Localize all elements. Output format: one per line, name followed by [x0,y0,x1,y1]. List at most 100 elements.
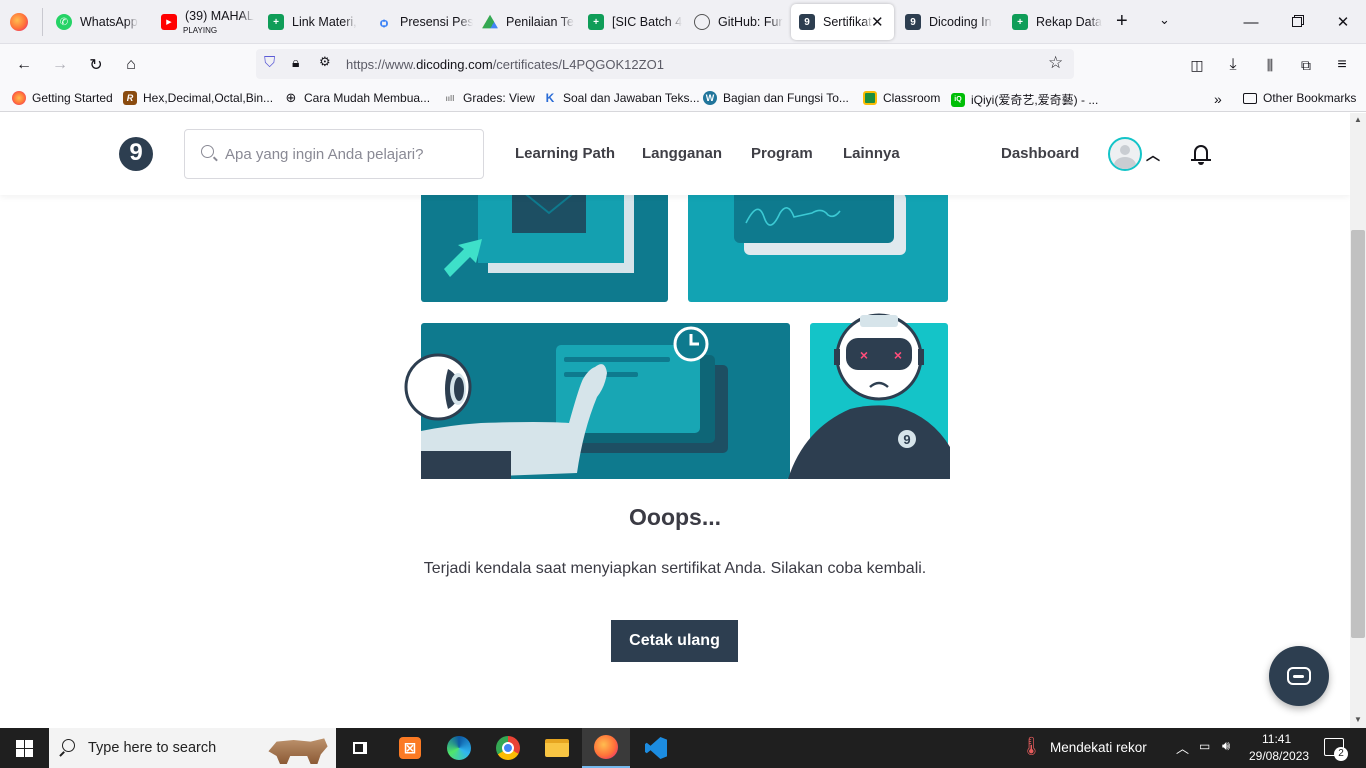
search-highlight-bull-icon [268,738,328,764]
windows-start-icon[interactable] [0,728,48,768]
drive-icon [482,14,498,29]
bookmark-hex-decimal[interactable]: R Hex,Decimal,Octal,Bin... [123,91,273,105]
tab-github[interactable]: GitHub: Fur [686,4,791,40]
r-logo-icon: R [123,91,137,105]
robot-badge: 9 [903,432,910,447]
home-icon[interactable]: ⌂ [117,52,145,78]
file-explorer-icon[interactable] [533,728,581,768]
dicoding-icon: 9 [799,14,815,30]
error-title: Ooops... [629,504,721,530]
bookmark-classroom[interactable]: Classroom [863,91,940,105]
restore-icon[interactable] [1274,0,1320,44]
dicoding-logo[interactable]: 9 [119,137,153,171]
clock-date[interactable]: 29/08/2023 [1249,749,1309,763]
tab-whatsapp[interactable]: ✆ WhatsApp [48,4,153,40]
tab-youtube[interactable]: ▶ (39) MAHAL PLAYING [153,4,258,40]
bookmark-getting-started[interactable]: Getting Started [12,91,113,105]
show-hidden-icons-chevron-icon[interactable]: ︿ [1176,738,1189,757]
forward-arrow-icon[interactable]: → [46,52,74,78]
bookmark-star-icon[interactable]: ☆ [1048,53,1063,73]
scrollbar-thumb[interactable] [1351,230,1365,638]
tracking-shield-icon[interactable]: ⛉ [264,54,275,71]
weather-thermometer-icon[interactable]: 🌡︎ [1020,736,1043,757]
tab-dicoding-in[interactable]: 9 Dicoding In [897,4,1002,40]
extensions-icon[interactable]: ⧉ [1292,52,1320,78]
menu-dashboard[interactable]: Dashboard [1001,145,1079,162]
search-icon [62,739,75,752]
vscode-icon[interactable] [632,728,680,768]
sheets-icon: + [588,14,604,30]
edge-icon[interactable] [435,728,483,768]
course-search-input[interactable]: Apa yang ingin Anda pelajari? [184,129,484,179]
bookmark-grades-view[interactable]: ııll Grades: View [443,91,535,105]
tab-divider [42,8,43,36]
menu-langganan[interactable]: Langganan [642,145,722,162]
tab-sic-batch[interactable]: + [SIC Batch 4 [580,4,685,40]
classroom-icon [863,91,877,105]
sheets-icon: + [1012,14,1028,30]
cetak-ulang-button[interactable]: Cetak ulang [611,620,738,662]
close-tab-icon[interactable]: ✕ [871,13,884,31]
firefox-menu-icon[interactable] [10,13,28,31]
menu-learning-path[interactable]: Learning Path [515,145,615,162]
search-placeholder: Apa yang ingin Anda pelajari? [225,146,424,163]
search-icon [201,145,214,158]
openai-icon [694,14,710,30]
scroll-up-icon[interactable]: ▲ [1354,115,1362,124]
lock-icon[interactable]: 🔒︎ [292,54,299,71]
bookmark-bagian-fungsi[interactable]: W Bagian dan Fungsi To... [703,91,849,105]
library-icon[interactable]: ⫼ [1256,52,1284,78]
url-bar[interactable]: ⛉ 🔒︎ ⚙ https://www.dicoding.com/certific… [256,49,1074,79]
window-close-icon[interactable]: ✕ [1320,0,1366,44]
weather-text[interactable]: Mendekati rekor [1050,740,1147,755]
dicoding-icon: 9 [905,14,921,30]
taskbar-search-box[interactable]: Type here to search [49,728,336,768]
menu-lainnya[interactable]: Lainnya [843,145,900,162]
form-icon: ѻ [379,14,389,30]
search-icon-handle [59,751,65,757]
chevron-up-icon[interactable]: ︿ [1146,145,1160,165]
bookmark-cara-mudah[interactable]: ⊕ Cara Mudah Membua... [284,90,431,105]
other-bookmarks[interactable]: Other Bookmarks [1243,91,1356,105]
minimize-icon[interactable]: — [1228,0,1274,44]
firefox-taskbar-icon[interactable] [582,728,630,768]
notification-bell-icon[interactable] [1191,143,1211,165]
scroll-down-icon[interactable]: ▼ [1354,715,1362,724]
avatar[interactable] [1108,137,1142,171]
permissions-icon[interactable]: ⚙ [319,54,331,70]
pocket-icon[interactable]: ◫ [1183,52,1211,78]
youtube-icon: ▶ [161,14,177,30]
tab-sertifikat-active[interactable]: 9 Sertifikat ✕ [791,4,894,40]
firefox-icon [12,91,26,105]
task-view-icon[interactable] [336,728,384,768]
bookmarks-toolbar: Getting Started R Hex,Decimal,Octal,Bin..… [0,86,1366,112]
list-all-tabs-chevron-icon[interactable]: ⌄ [1159,12,1170,28]
cisco-icon: ııll [445,93,455,103]
bookmark-soal-jawaban[interactable]: K Soal dan Jawaban Teks... [543,91,700,105]
volume-icon[interactable]: 🔊︎ [1222,738,1230,754]
back-arrow-icon[interactable]: ← [10,52,38,78]
tab-link-materi[interactable]: + Link Materi, [260,4,365,40]
folder-icon [1243,92,1257,104]
xampp-icon[interactable]: ⊠ [386,728,434,768]
tab-rekap-data[interactable]: + Rekap Data [1004,4,1109,40]
chat-bubble-icon [1287,667,1311,685]
network-icon[interactable]: ▭ [1199,739,1210,753]
whatsapp-icon: ✆ [56,14,72,30]
dicoding-page: 9 × × 9 Apa yang ingin Anda pelajari? Le… [0,113,1350,728]
more-bookmarks-chevron-icon[interactable]: » [1214,91,1222,107]
chat-support-button[interactable] [1269,646,1329,706]
menu-program[interactable]: Program [751,145,813,162]
hamburger-menu-icon[interactable]: ≡ [1328,52,1356,78]
url-text[interactable]: https://www.dicoding.com/certificates/L4… [346,57,664,72]
clock-time[interactable]: 11:41 [1262,732,1291,746]
chrome-icon[interactable] [484,728,532,768]
tab-penilaian[interactable]: Penilaian Te [474,4,579,40]
download-icon[interactable]: ⤓ [1219,52,1247,78]
bookmark-iqiyi[interactable]: iQ iQiyi(爱奇艺,爱奇藝) - ... [951,91,1098,108]
site-header: 9 Apa yang ingin Anda pelajari? Learning… [0,113,1350,195]
tab-presensi[interactable]: ѻ Presensi Pes [368,4,473,40]
reload-icon[interactable]: ↻ [82,52,110,78]
search-icon-handle [213,156,218,162]
new-tab-plus-icon[interactable]: + [1116,10,1128,33]
